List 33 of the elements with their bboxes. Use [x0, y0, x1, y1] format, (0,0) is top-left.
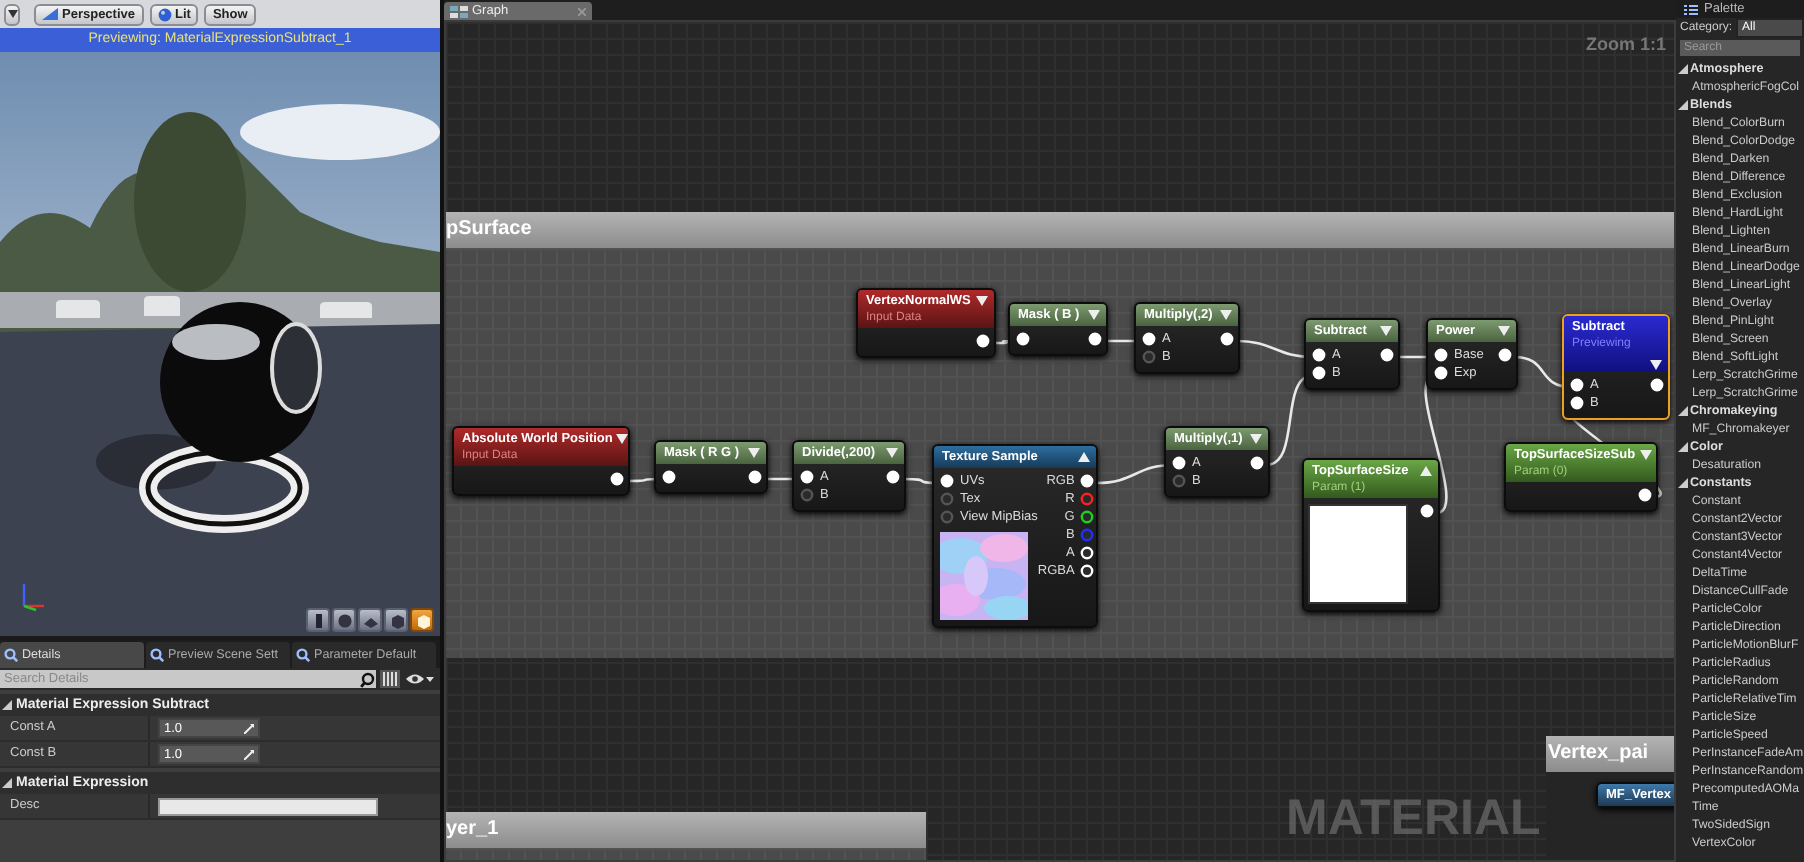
view-mode-button[interactable]	[306, 608, 330, 632]
visibility-button[interactable]	[404, 670, 436, 688]
columns-button[interactable]	[380, 670, 400, 688]
view-mode-button[interactable]	[332, 608, 356, 632]
zoom-label: Zoom 1:1	[1585, 34, 1666, 54]
view-options-button[interactable]	[4, 3, 20, 25]
close-icon	[578, 7, 586, 15]
drag-arrows-icon	[244, 723, 254, 733]
collapse-arrow-icon[interactable]	[1078, 452, 1090, 462]
comment-header: pSurface	[446, 212, 1674, 248]
view-mode-button[interactable]	[358, 608, 382, 632]
view-mode-button[interactable]	[410, 608, 434, 632]
drag-arrows-icon	[244, 749, 254, 759]
expand-arrow-icon[interactable]	[616, 434, 629, 444]
search-icon	[4, 648, 18, 662]
sphere-icon	[157, 7, 171, 21]
search-icon	[150, 648, 164, 662]
search-icon	[360, 671, 376, 687]
camera-wedge-icon	[42, 8, 58, 20]
expand-arrow-icon[interactable]	[1650, 360, 1662, 370]
expand-arrow-icon[interactable]	[976, 296, 988, 306]
color-swatch	[1308, 504, 1408, 604]
search-icon	[296, 648, 310, 662]
view-mode-button[interactable]	[384, 608, 408, 632]
caret-icon	[7, 10, 17, 18]
graph-icon	[450, 5, 468, 17]
axis-gizmo-icon	[18, 580, 50, 612]
columns-icon	[382, 672, 398, 686]
text-field[interactable]	[158, 797, 378, 815]
comment-header: yer_1	[446, 812, 926, 848]
collapse-arrow-icon[interactable]	[1420, 466, 1432, 476]
comment-header: Vertex_pai	[1546, 736, 1674, 772]
list-icon	[1684, 3, 1698, 15]
